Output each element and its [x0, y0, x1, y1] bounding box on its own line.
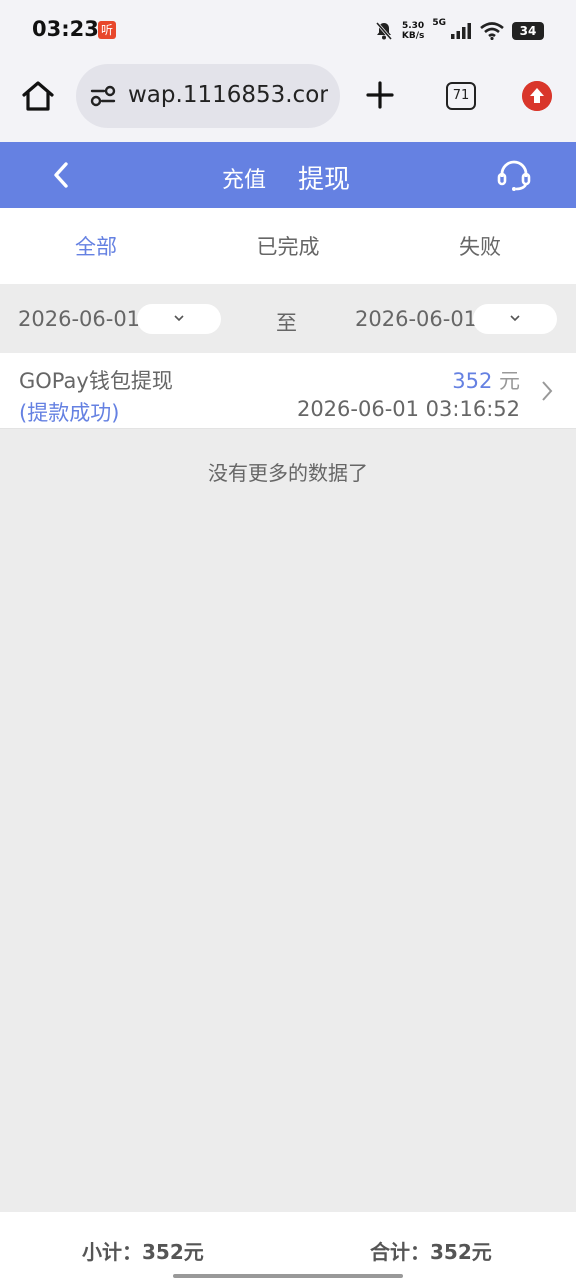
summary-footer: 小计：352元 合计：352元: [0, 1212, 576, 1280]
browser-toolbar: wap.1116853.com/ 71: [0, 60, 576, 142]
plus-icon[interactable]: [366, 81, 394, 109]
record-status: (提款成功): [19, 401, 120, 425]
status-bar: 03:23 听 5.30 KB/s 5G 34: [0, 0, 576, 60]
home-indicator[interactable]: [173, 1274, 403, 1278]
status-time: 03:23: [32, 17, 99, 41]
signal-icon: [451, 23, 471, 39]
bell-mute-icon: [375, 22, 392, 40]
wifi-icon: [480, 22, 504, 40]
chevron-down-icon: [174, 315, 184, 322]
tabs-icon[interactable]: 71: [446, 82, 476, 110]
total: 合计：352元: [370, 1240, 492, 1264]
app-notification-icon: 听: [98, 21, 116, 39]
network-speed-unit: KB/s: [401, 31, 425, 41]
record-amount-unit: 元: [499, 369, 520, 393]
url-text[interactable]: wap.1116853.com/: [128, 82, 328, 108]
record-title: GOPay钱包提现: [19, 369, 173, 393]
customer-service-icon[interactable]: [496, 158, 532, 192]
tab-recharge[interactable]: 充值: [222, 162, 266, 194]
record-amount-value: 352: [452, 369, 493, 393]
status-indicators: 5.30 KB/s 5G 34: [374, 18, 544, 44]
update-icon[interactable]: [522, 81, 552, 111]
subtotal: 小计：352元: [82, 1240, 204, 1264]
network-speed: 5.30 KB/s: [402, 21, 424, 41]
end-date-select[interactable]: [473, 304, 557, 334]
filter-tab-completed[interactable]: 已完成: [192, 208, 384, 284]
app-header: 充值 提现: [0, 142, 576, 208]
back-chevron-icon[interactable]: [48, 160, 76, 190]
chevron-right-icon[interactable]: [540, 379, 554, 403]
battery-icon: 34: [512, 22, 544, 40]
tab-withdraw[interactable]: 提现: [298, 159, 350, 196]
date-range-separator: 至: [276, 311, 297, 335]
no-more-data-text: 没有更多的数据了: [208, 461, 368, 485]
filter-tab-failed[interactable]: 失败: [384, 208, 576, 284]
list-item[interactable]: GOPay钱包提现 (提款成功) 352 元 2026-06-01 03:16:…: [0, 353, 576, 429]
network-type: 5G: [432, 18, 446, 28]
start-date-text: 2026-06-01: [18, 307, 141, 331]
filter-tab-all[interactable]: 全部: [0, 208, 192, 284]
record-amount: 352 元: [452, 365, 520, 395]
network-speed-value: 5.30: [401, 21, 425, 31]
site-settings-icon[interactable]: [90, 84, 116, 108]
start-date-select[interactable]: [137, 304, 221, 334]
address-bar[interactable]: wap.1116853.com/: [76, 64, 340, 128]
home-icon[interactable]: [20, 78, 56, 114]
record-datetime: 2026-06-01 03:16:52: [296, 397, 520, 421]
end-date-text: 2026-06-01: [355, 307, 478, 331]
date-filter: 2026-06-01 至 2026-06-01: [0, 284, 576, 353]
filter-tabs: 全部 已完成 失败: [0, 208, 576, 284]
chevron-down-icon: [510, 315, 520, 322]
